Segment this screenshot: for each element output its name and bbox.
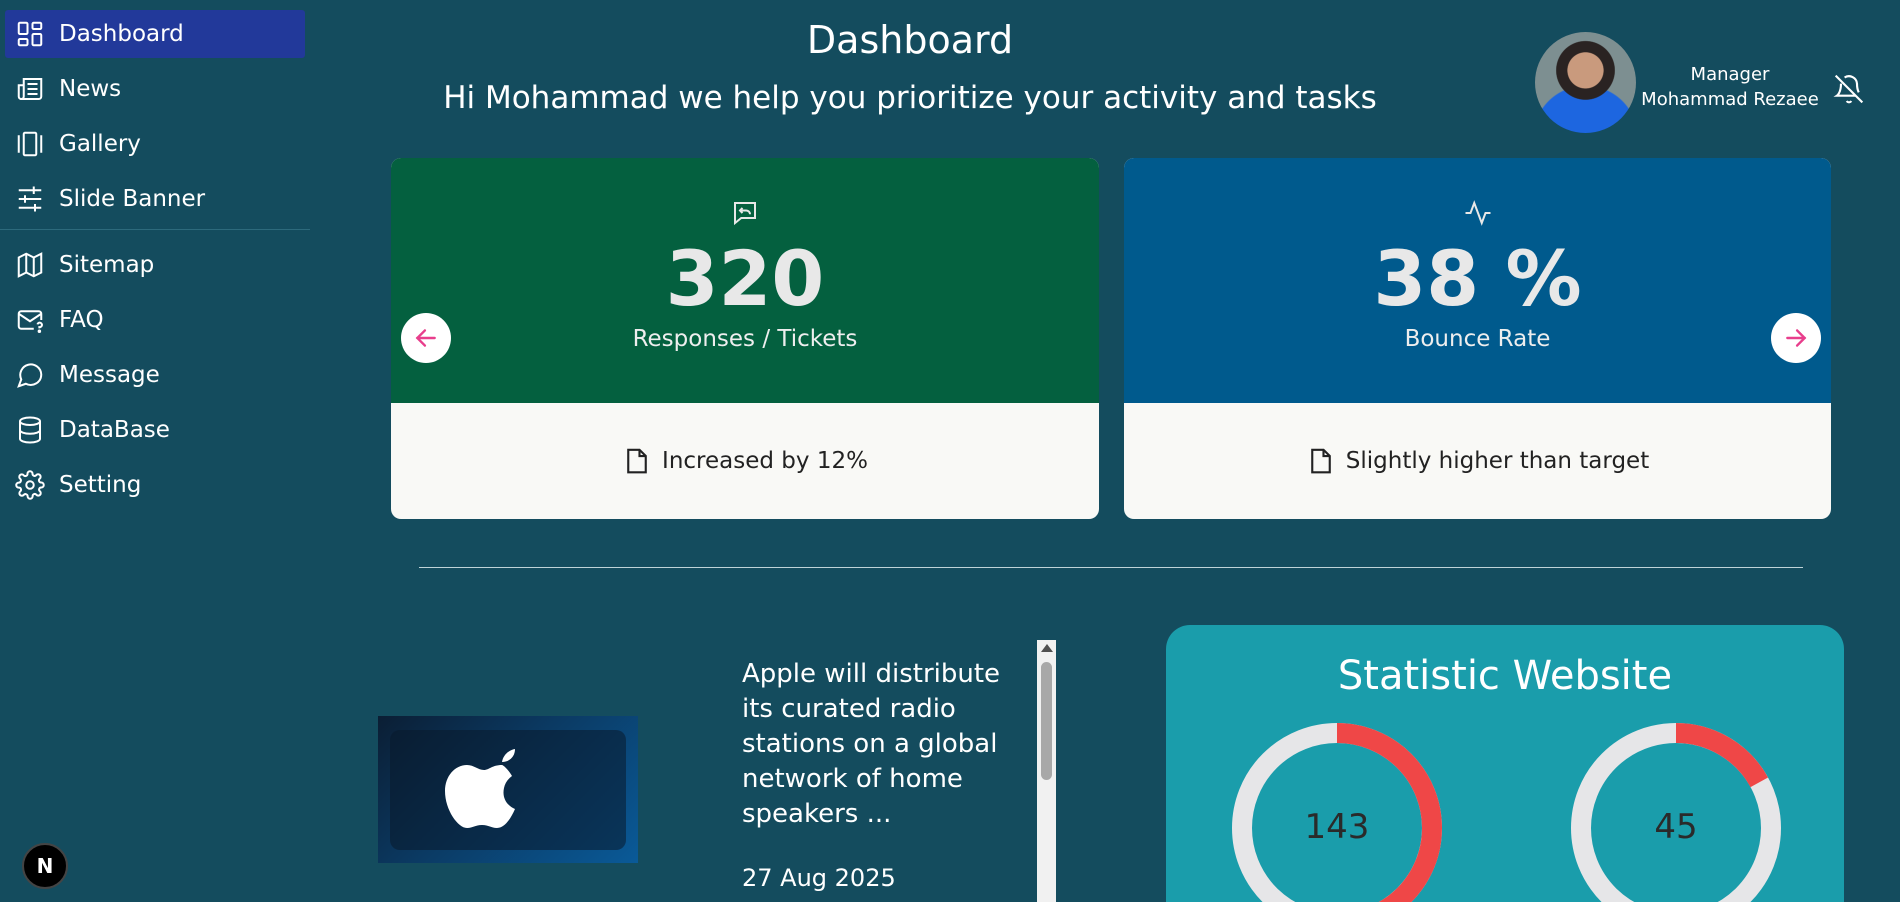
sidebar-item-label: News <box>59 76 122 102</box>
user-role: Manager <box>1690 64 1770 85</box>
sidebar-item-label: Gallery <box>59 131 141 157</box>
donut-chart-1: 143 <box>1232 723 1442 902</box>
avatar[interactable] <box>1535 32 1636 133</box>
message-icon <box>17 363 43 388</box>
note-icon <box>627 448 647 474</box>
stat-card-value: 320 <box>665 234 825 323</box>
statistic-panel: Statistic Website 143 45 <box>1166 625 1844 902</box>
user-name: Mohammad Rezaee <box>1641 89 1819 110</box>
apple-logo-icon <box>390 730 626 850</box>
sidebar-item-setting[interactable]: Setting <box>5 461 305 509</box>
donut-value: 143 <box>1304 807 1370 847</box>
sidebar-item-label: Sitemap <box>59 252 155 278</box>
stat-card-label: Responses / Tickets <box>632 326 858 352</box>
gallery-icon <box>17 131 43 157</box>
dashboard-icon <box>17 21 43 47</box>
section-divider <box>419 567 1803 568</box>
donut-chart-2: 45 <box>1571 723 1781 902</box>
activity-icon <box>1465 200 1490 226</box>
sidebar-item-database[interactable]: DataBase <box>5 406 305 454</box>
gear-icon <box>15 470 45 500</box>
sidebar-item-label: DataBase <box>59 417 170 443</box>
logo-letter: N <box>36 854 54 878</box>
sidebar-item-label: Setting <box>59 472 142 498</box>
note-icon <box>1310 448 1331 474</box>
stat-card-label: Bounce Rate <box>1404 326 1551 352</box>
sidebar-item-news[interactable]: News <box>5 65 305 113</box>
bell-off-icon[interactable] <box>1833 73 1865 105</box>
sidebar-divider <box>0 229 310 230</box>
sidebar-item-label: Dashboard <box>59 21 184 47</box>
news-icon <box>17 78 43 101</box>
scroll-up-arrow-icon[interactable] <box>1041 644 1053 652</box>
carousel-next-button[interactable] <box>1771 313 1821 363</box>
news-thumbnail[interactable] <box>378 716 638 863</box>
app-logo-button[interactable]: N <box>22 843 68 889</box>
stat-card-value: 38 % <box>1373 234 1582 323</box>
page-subtitle: Hi Mohammad we help you prioritize your … <box>443 80 1377 116</box>
reply-message-icon <box>734 202 756 226</box>
sidebar-item-dashboard[interactable]: Dashboard <box>5 10 305 58</box>
database-icon <box>19 416 41 444</box>
carousel-prev-button[interactable] <box>401 313 451 363</box>
sidebar-item-slide-banner[interactable]: Slide Banner <box>5 175 305 223</box>
arrow-left-icon <box>415 329 436 347</box>
stat-card-footer: Slightly higher than target <box>1124 403 1831 519</box>
arrow-right-icon <box>1786 329 1807 347</box>
news-date: 27 Aug 2025 <box>742 864 896 892</box>
sidebar-item-faq[interactable]: FAQ <box>5 296 305 344</box>
news-title[interactable]: Apple will distribute its curated radio … <box>742 657 1032 832</box>
sidebar-item-label: Message <box>59 362 160 388</box>
page-title: Dashboard <box>806 18 1014 62</box>
stat-card-header: 320 Responses / Tickets <box>391 158 1099 403</box>
sidebar-item-message[interactable]: Message <box>5 351 305 399</box>
stat-card-responses: 320 Responses / Tickets Increased by 12% <box>391 158 1099 519</box>
scroll-thumb[interactable] <box>1041 662 1052 780</box>
statistic-title: Statistic Website <box>1337 653 1673 699</box>
mail-question-icon <box>17 310 43 333</box>
sidebar-item-sitemap[interactable]: Sitemap <box>5 241 305 289</box>
sidebar-item-label: Slide Banner <box>59 186 206 212</box>
map-icon <box>17 252 43 278</box>
news-scrollbar[interactable] <box>1037 640 1056 902</box>
sidebar-item-gallery[interactable]: Gallery <box>5 120 305 168</box>
stat-card-note: Slightly higher than target <box>1345 448 1650 474</box>
sidebar-item-label: FAQ <box>59 307 104 333</box>
stat-card-bounce-rate: 38 % Bounce Rate Slightly higher than ta… <box>1124 158 1831 519</box>
donut-value: 45 <box>1654 807 1698 847</box>
sliders-icon <box>18 186 42 212</box>
stat-card-note: Increased by 12% <box>662 448 868 474</box>
stat-card-header: 38 % Bounce Rate <box>1124 158 1831 403</box>
stat-card-footer: Increased by 12% <box>391 403 1099 519</box>
sidebar: Dashboard News Gallery Slide Banner Site… <box>0 0 310 902</box>
